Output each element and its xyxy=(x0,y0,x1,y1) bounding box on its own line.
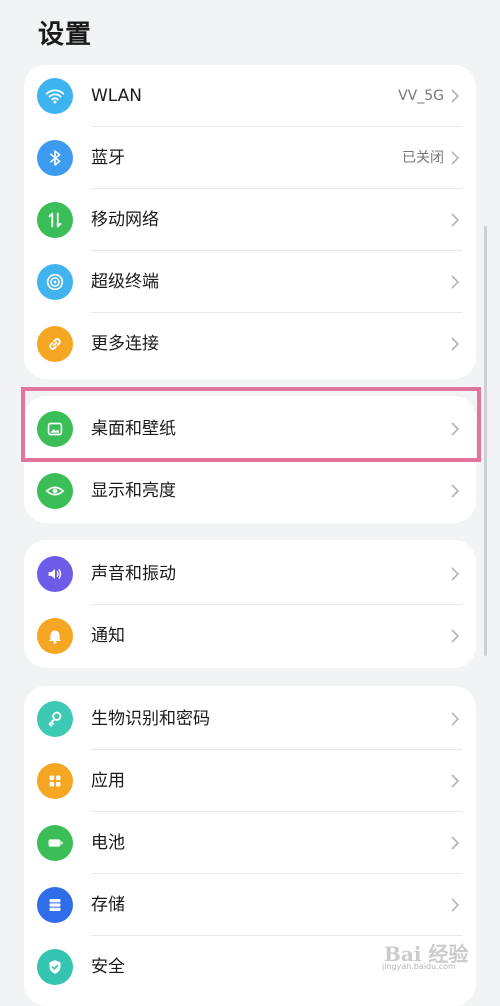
chevron-right-icon xyxy=(451,836,460,850)
settings-item-label: WLAN xyxy=(91,86,143,106)
chevron-right-icon xyxy=(451,712,460,726)
highlight-box xyxy=(21,387,481,462)
super-device-icon xyxy=(37,264,73,300)
chevron-right-icon xyxy=(451,89,460,103)
speaker-icon xyxy=(37,556,73,592)
chevron-right-icon xyxy=(451,629,460,643)
settings-item-notifications[interactable]: 通知 xyxy=(24,605,476,667)
settings-item-label: 声音和振动 xyxy=(91,564,176,584)
settings-item-label: 移动网络 xyxy=(91,210,159,230)
watermark-url: jingyan.baidu.com xyxy=(382,962,456,971)
chevron-right-icon xyxy=(451,898,460,912)
settings-item-label: 超级终端 xyxy=(91,272,159,292)
settings-item-super-device[interactable]: 超级终端 xyxy=(24,251,476,313)
chevron-right-icon xyxy=(451,484,460,498)
bluetooth-icon xyxy=(37,140,73,176)
key-icon xyxy=(37,701,73,737)
chevron-right-icon xyxy=(451,337,460,351)
settings-item-wlan[interactable]: WLAN VV_5G xyxy=(24,65,476,127)
chevron-right-icon xyxy=(451,275,460,289)
page-title: 设置 xyxy=(38,20,93,50)
scrollbar[interactable] xyxy=(484,226,487,656)
settings-item-display-brightness[interactable]: 显示和亮度 xyxy=(24,460,476,522)
settings-item-storage[interactable]: 存储 xyxy=(24,874,476,936)
chevron-right-icon xyxy=(451,774,460,788)
settings-item-label: 更多连接 xyxy=(91,334,159,354)
settings-item-sound-vibration[interactable]: 声音和振动 xyxy=(24,543,476,605)
storage-icon xyxy=(37,887,73,923)
mobile-network-icon xyxy=(37,202,73,238)
settings-item-label: 通知 xyxy=(91,626,125,646)
bell-icon xyxy=(37,618,73,654)
settings-item-battery[interactable]: 电池 xyxy=(24,812,476,874)
link-icon xyxy=(37,326,73,362)
settings-item-label: 生物识别和密码 xyxy=(91,709,210,729)
shield-icon xyxy=(37,949,73,985)
settings-item-value: VV_5G xyxy=(398,88,444,104)
chevron-right-icon xyxy=(451,151,460,165)
settings-item-more-connections[interactable]: 更多连接 xyxy=(24,313,476,375)
wifi-icon xyxy=(37,78,73,114)
chevron-right-icon xyxy=(451,567,460,581)
settings-item-label: 电池 xyxy=(91,833,125,853)
settings-item-label: 应用 xyxy=(91,771,125,791)
settings-item-apps[interactable]: 应用 xyxy=(24,750,476,812)
settings-item-value: 已关闭 xyxy=(402,150,444,166)
settings-item-biometrics-password[interactable]: 生物识别和密码 xyxy=(24,688,476,750)
settings-item-bluetooth[interactable]: 蓝牙 已关闭 xyxy=(24,127,476,189)
battery-icon xyxy=(37,825,73,861)
card-connectivity: WLAN VV_5G 蓝牙 已关闭 移动网络 超级终端 更多连接 xyxy=(24,65,476,379)
eye-icon xyxy=(37,473,73,509)
apps-grid-icon xyxy=(37,763,73,799)
settings-item-label: 蓝牙 xyxy=(91,148,125,168)
chevron-right-icon xyxy=(451,213,460,227)
settings-item-label: 安全 xyxy=(91,957,125,977)
settings-item-label: 存储 xyxy=(91,895,125,915)
card-sound: 声音和振动 通知 xyxy=(24,540,476,668)
settings-item-mobile-network[interactable]: 移动网络 xyxy=(24,189,476,251)
settings-item-label: 显示和亮度 xyxy=(91,481,176,501)
